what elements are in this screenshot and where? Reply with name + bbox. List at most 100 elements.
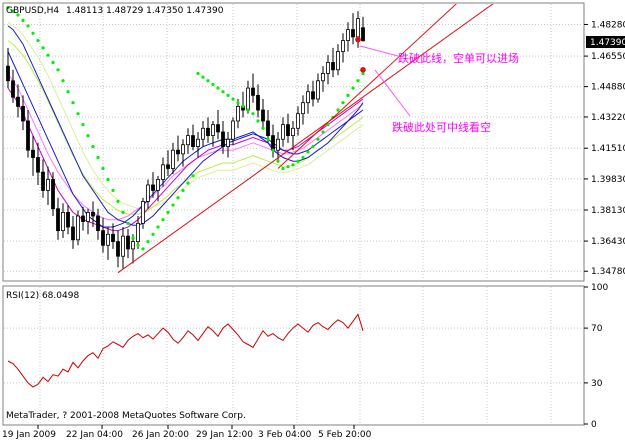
candle-bear bbox=[51, 179, 55, 210]
candle-bull bbox=[201, 127, 205, 140]
sar-dot bbox=[96, 155, 100, 160]
candle-bull bbox=[61, 211, 65, 232]
candle-bear bbox=[261, 109, 265, 122]
candle-bear bbox=[251, 87, 255, 96]
sar-dot bbox=[56, 68, 60, 72]
sar-dot bbox=[61, 79, 65, 83]
chart-canvas[interactable]: 1.48280 1.46550 1.44880 1.43220 1.41510 1.398… bbox=[0, 0, 625, 441]
sar-dot bbox=[41, 46, 45, 50]
candle-bear bbox=[116, 241, 120, 257]
rsi-tick-label: 30 bbox=[591, 379, 603, 389]
sar-dot bbox=[191, 174, 195, 178]
candle-bull bbox=[316, 80, 320, 100]
price-tick-label: 1.34780 bbox=[591, 267, 625, 277]
candle-bear bbox=[36, 157, 40, 173]
sar-dot bbox=[286, 165, 290, 169]
candle-bull bbox=[86, 211, 90, 222]
candle-bull bbox=[326, 62, 330, 74]
sar-dot bbox=[106, 177, 110, 182]
candle-bear bbox=[56, 208, 60, 232]
sar-dot bbox=[206, 79, 210, 83]
candle-bear bbox=[26, 120, 30, 151]
sar-dot bbox=[281, 166, 285, 171]
sar-dot bbox=[181, 188, 185, 193]
candle-bull bbox=[156, 179, 160, 191]
price-tick-label: 1.46550 bbox=[591, 52, 625, 62]
time-tick-label: 29 Jan 12:00 bbox=[196, 430, 253, 440]
rsi-panel-frame bbox=[2, 285, 585, 426]
candle-bull bbox=[236, 105, 240, 122]
candle-bear bbox=[331, 62, 335, 71]
sar-dot bbox=[21, 18, 25, 23]
sar-dot bbox=[301, 155, 305, 160]
sar-dot bbox=[311, 144, 315, 149]
candle-bull bbox=[46, 179, 50, 191]
annotation-lower: 跌破此处可中线看空 bbox=[392, 120, 491, 134]
sar-dot bbox=[201, 75, 205, 79]
sar-dot bbox=[76, 112, 80, 116]
candle-bear bbox=[221, 131, 225, 147]
candle-bull bbox=[121, 235, 125, 257]
time-tick-label: 19 Jan 2009 bbox=[2, 430, 56, 440]
sar-dot bbox=[186, 181, 190, 185]
sar-dot bbox=[231, 97, 235, 101]
sar-dot bbox=[86, 134, 90, 138]
candle-bull bbox=[186, 135, 190, 146]
candle-bull bbox=[336, 51, 340, 71]
sar-dot bbox=[261, 126, 265, 130]
sar-dot bbox=[256, 119, 260, 123]
sar-dot bbox=[266, 137, 270, 141]
candle-bull bbox=[356, 18, 360, 38]
candle-bull bbox=[291, 127, 295, 137]
sar-dot bbox=[241, 104, 245, 108]
candle-bull bbox=[211, 124, 215, 137]
sar-dot bbox=[211, 82, 215, 87]
sar-dot bbox=[146, 240, 150, 244]
break-point-lower-marker bbox=[360, 67, 366, 73]
candle-bull bbox=[321, 73, 325, 82]
sar-dot bbox=[51, 60, 55, 65]
time-tick-label: 3 Feb 04:00 bbox=[258, 430, 312, 440]
candle-bull bbox=[196, 138, 200, 147]
candle-bear bbox=[41, 171, 45, 191]
chart-ohlc-label: 1.48113 1.48729 1.47350 1.47390 bbox=[66, 6, 224, 16]
sar-dot bbox=[236, 101, 240, 105]
candle-bear bbox=[206, 127, 210, 137]
sar-dot bbox=[131, 236, 135, 240]
candle-bear bbox=[191, 135, 195, 147]
sar-dot bbox=[196, 71, 200, 76]
time-tick-label: 22 Jan 04:00 bbox=[66, 430, 123, 440]
sar-dot bbox=[356, 79, 360, 83]
sar-dot bbox=[101, 166, 105, 171]
sar-dot bbox=[166, 210, 170, 214]
time-tick-label: 26 Jan 20:00 bbox=[132, 430, 189, 440]
sar-dot bbox=[156, 225, 160, 229]
candle-bear bbox=[286, 124, 290, 137]
price-tick-label: 1.48280 bbox=[591, 20, 625, 30]
sar-dot bbox=[71, 101, 75, 105]
price-tick-label: 1.39830 bbox=[591, 175, 625, 185]
price-tick-label: 1.43220 bbox=[591, 113, 625, 123]
time-tick-label: 5 Feb 20:00 bbox=[318, 430, 372, 440]
sar-dot bbox=[351, 86, 355, 90]
sar-dot bbox=[276, 159, 280, 163]
break-point-upper-marker bbox=[355, 36, 361, 43]
price-tick-label: 1.38130 bbox=[591, 206, 625, 216]
candle-bear bbox=[101, 230, 105, 246]
candle-bear bbox=[311, 91, 315, 100]
sar-dot bbox=[111, 188, 115, 193]
candle-bear bbox=[91, 211, 95, 217]
candle-bull bbox=[181, 144, 185, 155]
candle-bear bbox=[96, 215, 100, 232]
annotation-upper: 跌破此线，空单可以进场 bbox=[398, 51, 519, 65]
candle-bull bbox=[281, 124, 285, 140]
sar-dot bbox=[216, 86, 220, 90]
sar-dot bbox=[46, 53, 50, 57]
candle-bear bbox=[6, 65, 10, 82]
current-price-badge: 1.47390 bbox=[590, 38, 625, 48]
sar-dot bbox=[81, 123, 85, 127]
chart-symbol-label: GBPUSD,H4 bbox=[6, 6, 59, 16]
chart-window[interactable]: 1.48280 1.46550 1.44880 1.43220 1.41510 1.398… bbox=[0, 0, 625, 441]
sar-dot bbox=[246, 108, 250, 112]
sar-dot bbox=[336, 108, 340, 112]
